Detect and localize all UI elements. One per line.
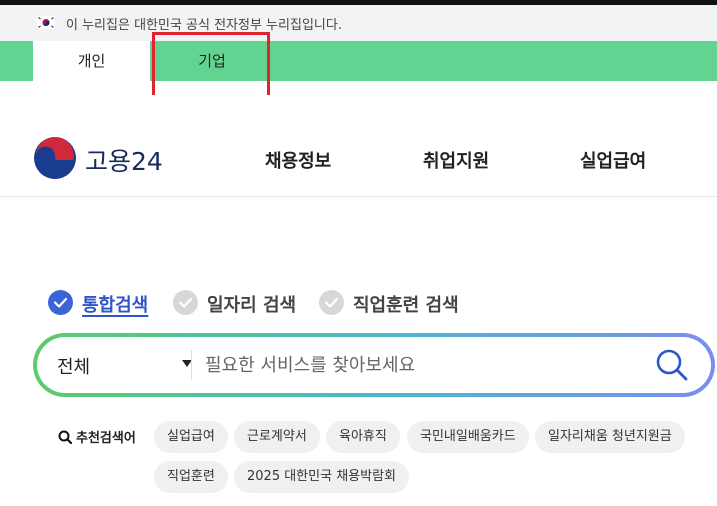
search-scope-select[interactable]: 전체 <box>57 351 192 379</box>
search-box-inner: 전체 <box>37 337 711 393</box>
keyword-chip[interactable]: 일자리채움 청년지원금 <box>535 421 685 453</box>
keyword-chip[interactable]: 근로계약서 <box>234 421 320 453</box>
check-icon <box>319 290 344 315</box>
site-header: 고용24 채용정보 취업지원 실업급여 <box>0 95 717 197</box>
taegeuk-logo-icon[interactable] <box>34 137 76 179</box>
check-icon <box>173 290 198 315</box>
gov-banner-text: 이 누리집은 대한민국 공식 전자정부 누리집입니다. <box>66 18 342 33</box>
recommended-keywords-label: 추천검색어 <box>58 427 136 446</box>
scope-selected-value: 전체 <box>57 357 91 378</box>
check-icon <box>48 290 73 315</box>
highlight-annotation-box <box>152 32 270 103</box>
search-input[interactable] <box>205 347 635 383</box>
nav-item-employment-support[interactable]: 취업지원 <box>423 147 489 173</box>
tab-individual[interactable]: 개인 <box>33 41 150 95</box>
keyword-chip[interactable]: 직업훈련 <box>154 461 228 493</box>
tab-label: 직업훈련 검색 <box>353 295 459 316</box>
korea-flag-icon <box>36 15 56 30</box>
keyword-chip[interactable]: 2025 대한민국 채용박람회 <box>234 461 409 493</box>
recommended-label-text: 추천검색어 <box>76 431 136 446</box>
search-box: 전체 <box>33 333 715 397</box>
search-icon <box>58 430 73 445</box>
divider <box>191 350 192 380</box>
logo-text[interactable]: 고용24 <box>85 142 163 178</box>
tab-label: 일자리 검색 <box>207 295 297 316</box>
keyword-chip[interactable]: 실업급여 <box>154 421 228 453</box>
gov-official-banner: 이 누리집은 대한민국 공식 전자정부 누리집입니다. <box>0 5 717 41</box>
keyword-chip[interactable]: 육아휴직 <box>326 421 400 453</box>
nav-item-unemployment-benefit[interactable]: 실업급여 <box>580 147 646 173</box>
search-icon[interactable] <box>655 348 689 382</box>
tab-label: 통합검색 <box>82 295 149 316</box>
keyword-chip[interactable]: 국민내일배움카드 <box>407 421 529 453</box>
nav-item-job-info[interactable]: 채용정보 <box>265 147 331 173</box>
